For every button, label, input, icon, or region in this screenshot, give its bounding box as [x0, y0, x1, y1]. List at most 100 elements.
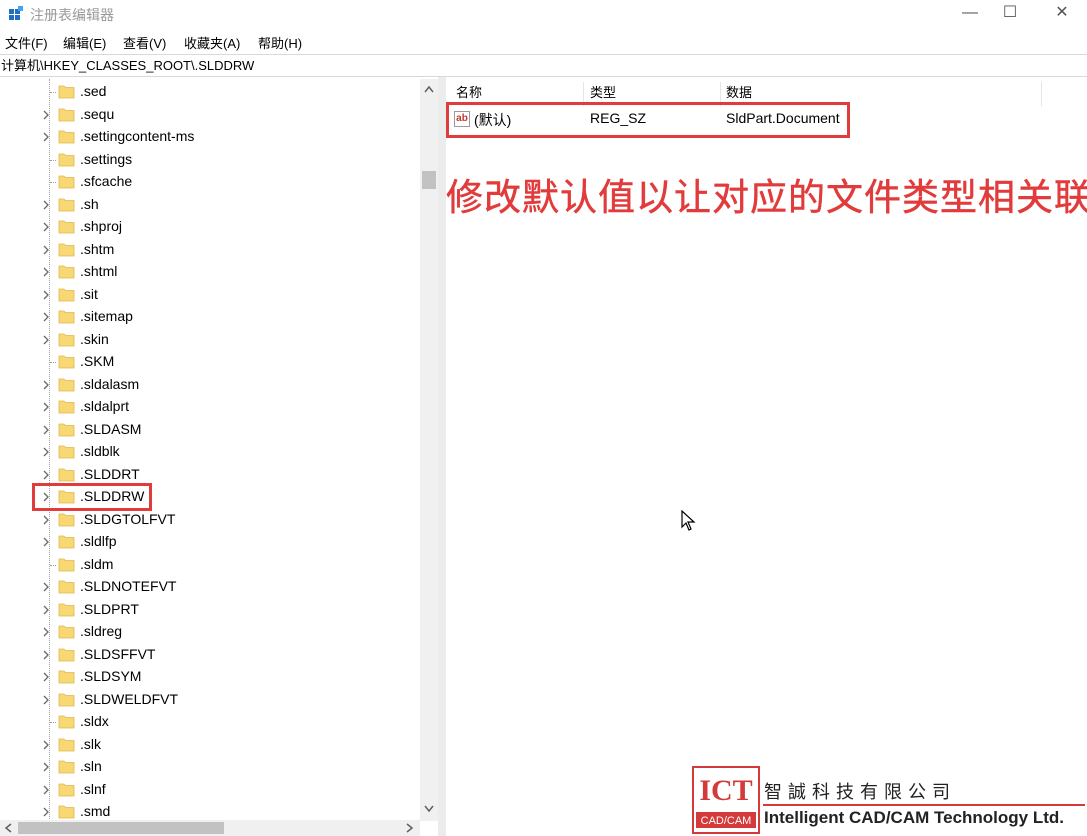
tree-item[interactable]: .settings	[0, 149, 420, 171]
chevron-right-icon[interactable]	[41, 626, 51, 638]
folder-icon	[58, 128, 75, 145]
folder-icon	[58, 376, 75, 393]
tree-item[interactable]: .shproj	[0, 216, 420, 238]
tree-scroll-thumb[interactable]	[422, 171, 436, 189]
chevron-right-icon[interactable]	[41, 469, 51, 481]
tree-item[interactable]: .sh	[0, 194, 420, 216]
folder-icon	[58, 623, 75, 640]
close-button[interactable]: ✕	[1039, 0, 1085, 28]
folder-icon	[58, 443, 75, 460]
menu-file[interactable]: 文件(F)	[5, 33, 48, 52]
chevron-right-icon[interactable]	[41, 446, 51, 458]
chevron-right-icon[interactable]	[41, 401, 51, 413]
chevron-right-icon[interactable]	[41, 806, 51, 818]
tree-item[interactable]: .sldreg	[0, 621, 420, 643]
tree-item[interactable]: .slnf	[0, 779, 420, 801]
tree-connector	[50, 362, 56, 363]
tree-item[interactable]: .SLDWELDFVT	[0, 689, 420, 711]
chevron-right-icon[interactable]	[41, 581, 51, 593]
tree-hscroll-thumb[interactable]	[18, 822, 224, 834]
chevron-right-icon[interactable]	[41, 694, 51, 706]
scroll-right-icon[interactable]	[406, 823, 414, 833]
tree-item-label: .SLDSYM	[80, 668, 142, 684]
tree-item[interactable]: .smd	[0, 801, 420, 821]
tree-item[interactable]: .shtm	[0, 239, 420, 261]
chevron-right-icon[interactable]	[41, 649, 51, 661]
folder-icon	[58, 511, 75, 528]
chevron-right-icon[interactable]	[41, 379, 51, 391]
column-header-data[interactable]: 数据	[726, 82, 752, 104]
tree-horizontal-scrollbar[interactable]	[0, 820, 420, 836]
tree-item[interactable]: .sln	[0, 756, 420, 778]
tree-item[interactable]: .SLDASM	[0, 419, 420, 441]
tree-item[interactable]: .sequ	[0, 104, 420, 126]
chevron-right-icon[interactable]	[41, 424, 51, 436]
logo-sub-text: CAD/CAM	[701, 815, 752, 827]
chevron-right-icon[interactable]	[41, 266, 51, 278]
chevron-right-icon[interactable]	[41, 671, 51, 683]
chevron-right-icon[interactable]	[41, 604, 51, 616]
tree-item[interactable]: .sit	[0, 284, 420, 306]
tree-item[interactable]: .SLDPRT	[0, 599, 420, 621]
tree-vertical-scrollbar[interactable]	[420, 79, 438, 821]
pane-splitter[interactable]	[438, 77, 446, 836]
tree-item[interactable]: .sed	[0, 81, 420, 103]
maximize-button[interactable]: ☐	[987, 0, 1033, 28]
address-bar[interactable]: 计算机\HKEY_CLASSES_ROOT\.SLDDRW	[0, 54, 1087, 77]
tree-item[interactable]: .SLDNOTEFVT	[0, 576, 420, 598]
chevron-right-icon[interactable]	[41, 199, 51, 211]
tree-item[interactable]: .SLDSYM	[0, 666, 420, 688]
chevron-right-icon[interactable]	[41, 311, 51, 323]
tree-item[interactable]: .SLDSFFVT	[0, 644, 420, 666]
chevron-right-icon[interactable]	[41, 244, 51, 256]
chevron-right-icon[interactable]	[41, 289, 51, 301]
folder-icon	[58, 173, 75, 190]
chevron-right-icon[interactable]	[41, 109, 51, 121]
tree-item-label: .sldreg	[80, 623, 123, 639]
scroll-down-icon[interactable]	[424, 805, 434, 813]
registry-key-tree[interactable]: .sed .sequ .settingcontent-ms .settings .sfc…	[0, 79, 438, 821]
menu-favorites[interactable]: 收藏夹(A)	[184, 33, 240, 52]
tree-item[interactable]: .SKM	[0, 351, 420, 373]
tree-item-label: .sed	[80, 83, 107, 99]
tree-item[interactable]: .sldlfp	[0, 531, 420, 553]
tree-item[interactable]: .sfcache	[0, 171, 420, 193]
tree-item[interactable]: .slk	[0, 734, 420, 756]
column-header-type[interactable]: 类型	[590, 82, 616, 104]
tree-item-label: .slk	[80, 735, 101, 752]
chevron-right-icon[interactable]	[41, 131, 51, 143]
scroll-left-icon[interactable]	[4, 823, 12, 833]
tree-item[interactable]: .sldalasm	[0, 374, 420, 396]
column-header-name[interactable]: 名称	[456, 82, 482, 104]
folder-icon	[58, 353, 75, 370]
tree-item[interactable]: .skin	[0, 329, 420, 351]
folder-icon	[58, 713, 75, 730]
column-separator[interactable]	[1041, 82, 1042, 106]
tree-item[interactable]: .sldblk	[0, 441, 420, 463]
tree-item[interactable]: .settingcontent-ms	[0, 126, 420, 148]
chevron-right-icon[interactable]	[41, 514, 51, 526]
chevron-right-icon[interactable]	[41, 784, 51, 796]
tree-item[interactable]: .sitemap	[0, 306, 420, 328]
chevron-right-icon[interactable]	[41, 221, 51, 233]
tree-item[interactable]: .sldm	[0, 554, 420, 576]
menu-view[interactable]: 查看(V)	[123, 33, 166, 52]
chevron-right-icon[interactable]	[41, 739, 51, 751]
tree-item-label: .SLDDRT	[80, 465, 140, 482]
tree-item[interactable]: .sldx	[0, 711, 420, 733]
chevron-right-icon[interactable]	[41, 536, 51, 548]
chevron-right-icon[interactable]	[41, 334, 51, 346]
menu-edit[interactable]: 编辑(E)	[63, 33, 106, 52]
tree-item[interactable]: .sldalprt	[0, 396, 420, 418]
scroll-up-icon[interactable]	[424, 85, 434, 93]
tree-item[interactable]: .shtml	[0, 261, 420, 283]
chevron-right-icon[interactable]	[41, 761, 51, 773]
menu-help[interactable]: 帮助(H)	[258, 33, 302, 52]
tree-item-label: .sldlfp	[80, 533, 117, 549]
tree-item-label: .SLDGTOLFVT	[80, 510, 176, 527]
regedit-app-icon	[9, 6, 23, 20]
tree-item-label: .SLDWELDFVT	[80, 690, 179, 707]
menu-bar: 文件(F) 编辑(E) 查看(V) 收藏夹(A) 帮助(H)	[0, 30, 1087, 52]
folder-icon	[58, 331, 75, 348]
tree-item[interactable]: .SLDGTOLFVT	[0, 509, 420, 531]
